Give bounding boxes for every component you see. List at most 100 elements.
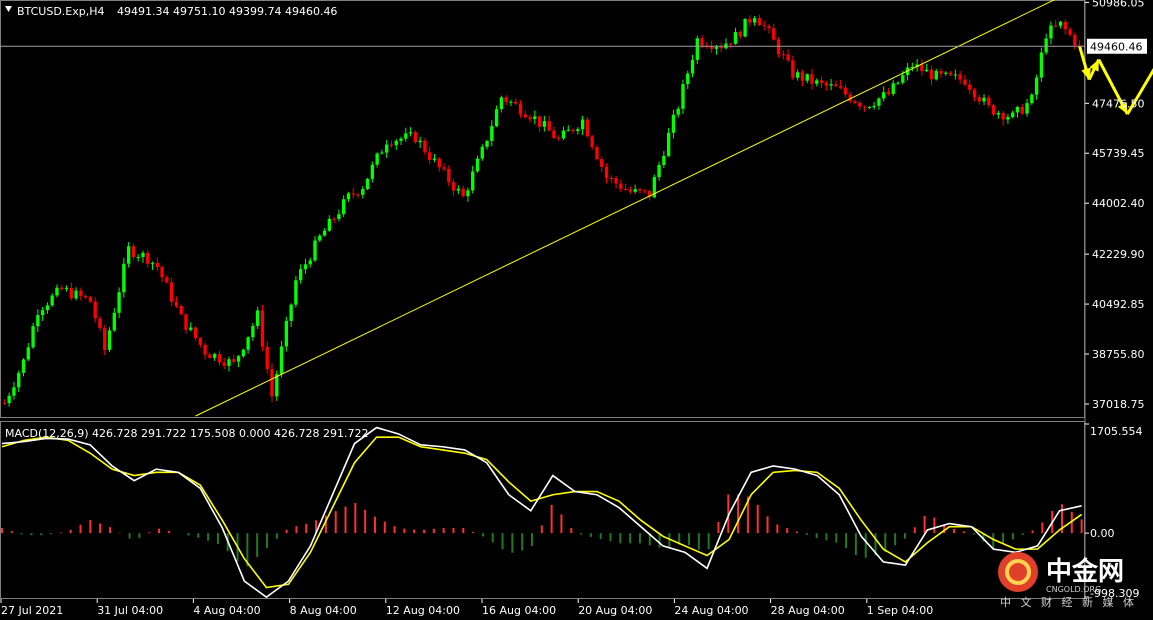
candle — [279, 340, 284, 378]
candle-body — [566, 129, 570, 131]
candle — [877, 97, 881, 110]
candle — [929, 65, 934, 86]
candle-body — [772, 28, 776, 40]
candle — [375, 152, 379, 168]
candle-body — [901, 75, 905, 83]
candle — [671, 109, 676, 139]
candle-body — [552, 130, 556, 138]
candle — [824, 80, 829, 91]
candle-body — [576, 129, 580, 132]
candle-body — [719, 47, 723, 49]
candle — [17, 370, 21, 393]
candle — [327, 215, 332, 232]
candle-body — [380, 152, 384, 154]
candle — [795, 69, 800, 81]
trendline-layer[interactable] — [195, 0, 1056, 417]
candle-body — [365, 178, 370, 190]
candle — [628, 186, 633, 194]
candle-body — [810, 74, 814, 84]
candle — [203, 342, 207, 360]
candle-body — [929, 69, 934, 80]
candle-body — [299, 269, 303, 281]
cngold-logo-icon — [998, 552, 1038, 592]
candle-body — [318, 235, 322, 241]
candle-body — [26, 347, 30, 360]
candle — [423, 137, 427, 155]
candle — [614, 176, 618, 189]
candle — [748, 15, 752, 27]
candle-body — [662, 155, 666, 165]
macd-indicator-label[interactable]: MACD(12,26,9) 426.728 291.722 175.508 0.… — [5, 427, 368, 440]
candle-body — [217, 354, 222, 363]
candle — [839, 80, 843, 90]
price-axis-label: 45739.45 — [1092, 147, 1145, 160]
candle — [98, 315, 102, 332]
candle — [886, 88, 891, 96]
candle — [74, 287, 78, 301]
candle-body — [447, 168, 451, 183]
candles-layer — [2, 14, 1082, 407]
candle-body — [93, 301, 97, 319]
candle-body — [193, 327, 198, 339]
candle-body — [762, 25, 766, 27]
candle-body — [126, 246, 131, 264]
candle-body — [858, 102, 862, 107]
candle-body — [122, 263, 126, 293]
candle — [686, 70, 690, 90]
candle — [533, 110, 537, 125]
candle-body — [748, 18, 752, 23]
candle — [1054, 19, 1058, 28]
candle — [600, 156, 604, 173]
candle-body — [246, 337, 250, 350]
candle-body — [896, 82, 900, 84]
candle — [848, 91, 852, 104]
candle-body — [1011, 112, 1015, 118]
symbol-menu-triangle-icon[interactable] — [5, 6, 12, 12]
candle-body — [514, 101, 518, 104]
candle — [399, 136, 403, 146]
symbol-label[interactable]: BTCUSD.Exp,H4 — [17, 5, 105, 18]
candle — [232, 355, 236, 364]
candle — [872, 101, 876, 110]
candle — [958, 70, 962, 84]
candle-body — [657, 164, 661, 178]
candle-body — [356, 194, 360, 196]
time-axis-label: 27 Jul 2021 — [1, 604, 63, 617]
candle-body — [800, 72, 805, 81]
candle-body — [781, 54, 785, 56]
candle — [442, 163, 446, 172]
watermark-en-text: CNGOLD.ORG — [1046, 585, 1101, 594]
candle — [709, 40, 714, 53]
candle-body — [432, 158, 437, 160]
candle-body — [141, 252, 145, 258]
candle — [131, 243, 136, 260]
candle — [447, 165, 451, 187]
candle-body — [953, 74, 958, 76]
candle — [337, 209, 341, 222]
candle-body — [819, 80, 824, 83]
candle-body — [628, 189, 633, 192]
candle-body — [174, 301, 179, 306]
candle-body — [829, 84, 833, 86]
candle — [743, 18, 747, 38]
candle-body — [862, 106, 867, 108]
candle-body — [313, 240, 317, 261]
candle — [64, 285, 69, 292]
candle — [1068, 26, 1072, 37]
candle-body — [963, 79, 967, 85]
candle — [36, 309, 40, 333]
candle-body — [21, 359, 26, 373]
candle-body — [222, 362, 226, 366]
candle — [561, 126, 566, 141]
candle — [566, 125, 570, 132]
candle — [705, 41, 709, 49]
candle — [236, 354, 241, 368]
candle-body — [136, 257, 140, 259]
candle-body — [150, 262, 155, 264]
candle — [394, 138, 398, 150]
candle — [361, 186, 365, 199]
candle-body — [867, 107, 872, 109]
candle-body — [69, 288, 73, 299]
candle — [1044, 33, 1048, 55]
candle-body — [456, 188, 461, 191]
